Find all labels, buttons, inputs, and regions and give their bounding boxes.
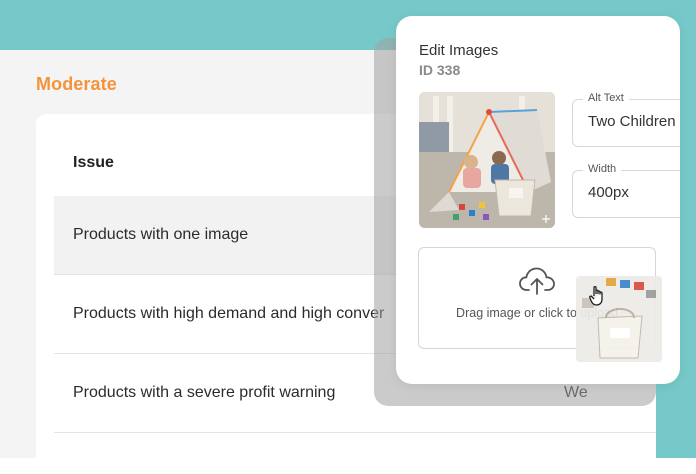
- alt-text-value: Two Children: [588, 113, 676, 130]
- column-header-issue: Issue: [73, 154, 114, 171]
- modal-title: Edit Images: [419, 42, 499, 59]
- issue-cell: Products with one image: [73, 226, 249, 243]
- width-field[interactable]: Width 400px: [572, 163, 680, 218]
- hand-pointer-icon: [589, 285, 603, 306]
- issue-cell: Products with a severe profit warning: [73, 384, 336, 401]
- section-title: Moderate: [36, 74, 117, 94]
- width-value: 400px: [588, 184, 629, 201]
- product-photo: [419, 92, 555, 228]
- cloud-upload-icon: [519, 267, 555, 295]
- alt-text-field[interactable]: Alt Text Two Children: [572, 92, 680, 147]
- expand-icon[interactable]: [542, 215, 550, 223]
- issue-cell: Products with high demand and high conve…: [73, 305, 385, 322]
- alt-text-label: Alt Text: [583, 92, 629, 104]
- modal-id: ID 338: [419, 62, 461, 78]
- width-label: Width: [583, 163, 622, 175]
- product-image-thumbnail[interactable]: [419, 92, 555, 228]
